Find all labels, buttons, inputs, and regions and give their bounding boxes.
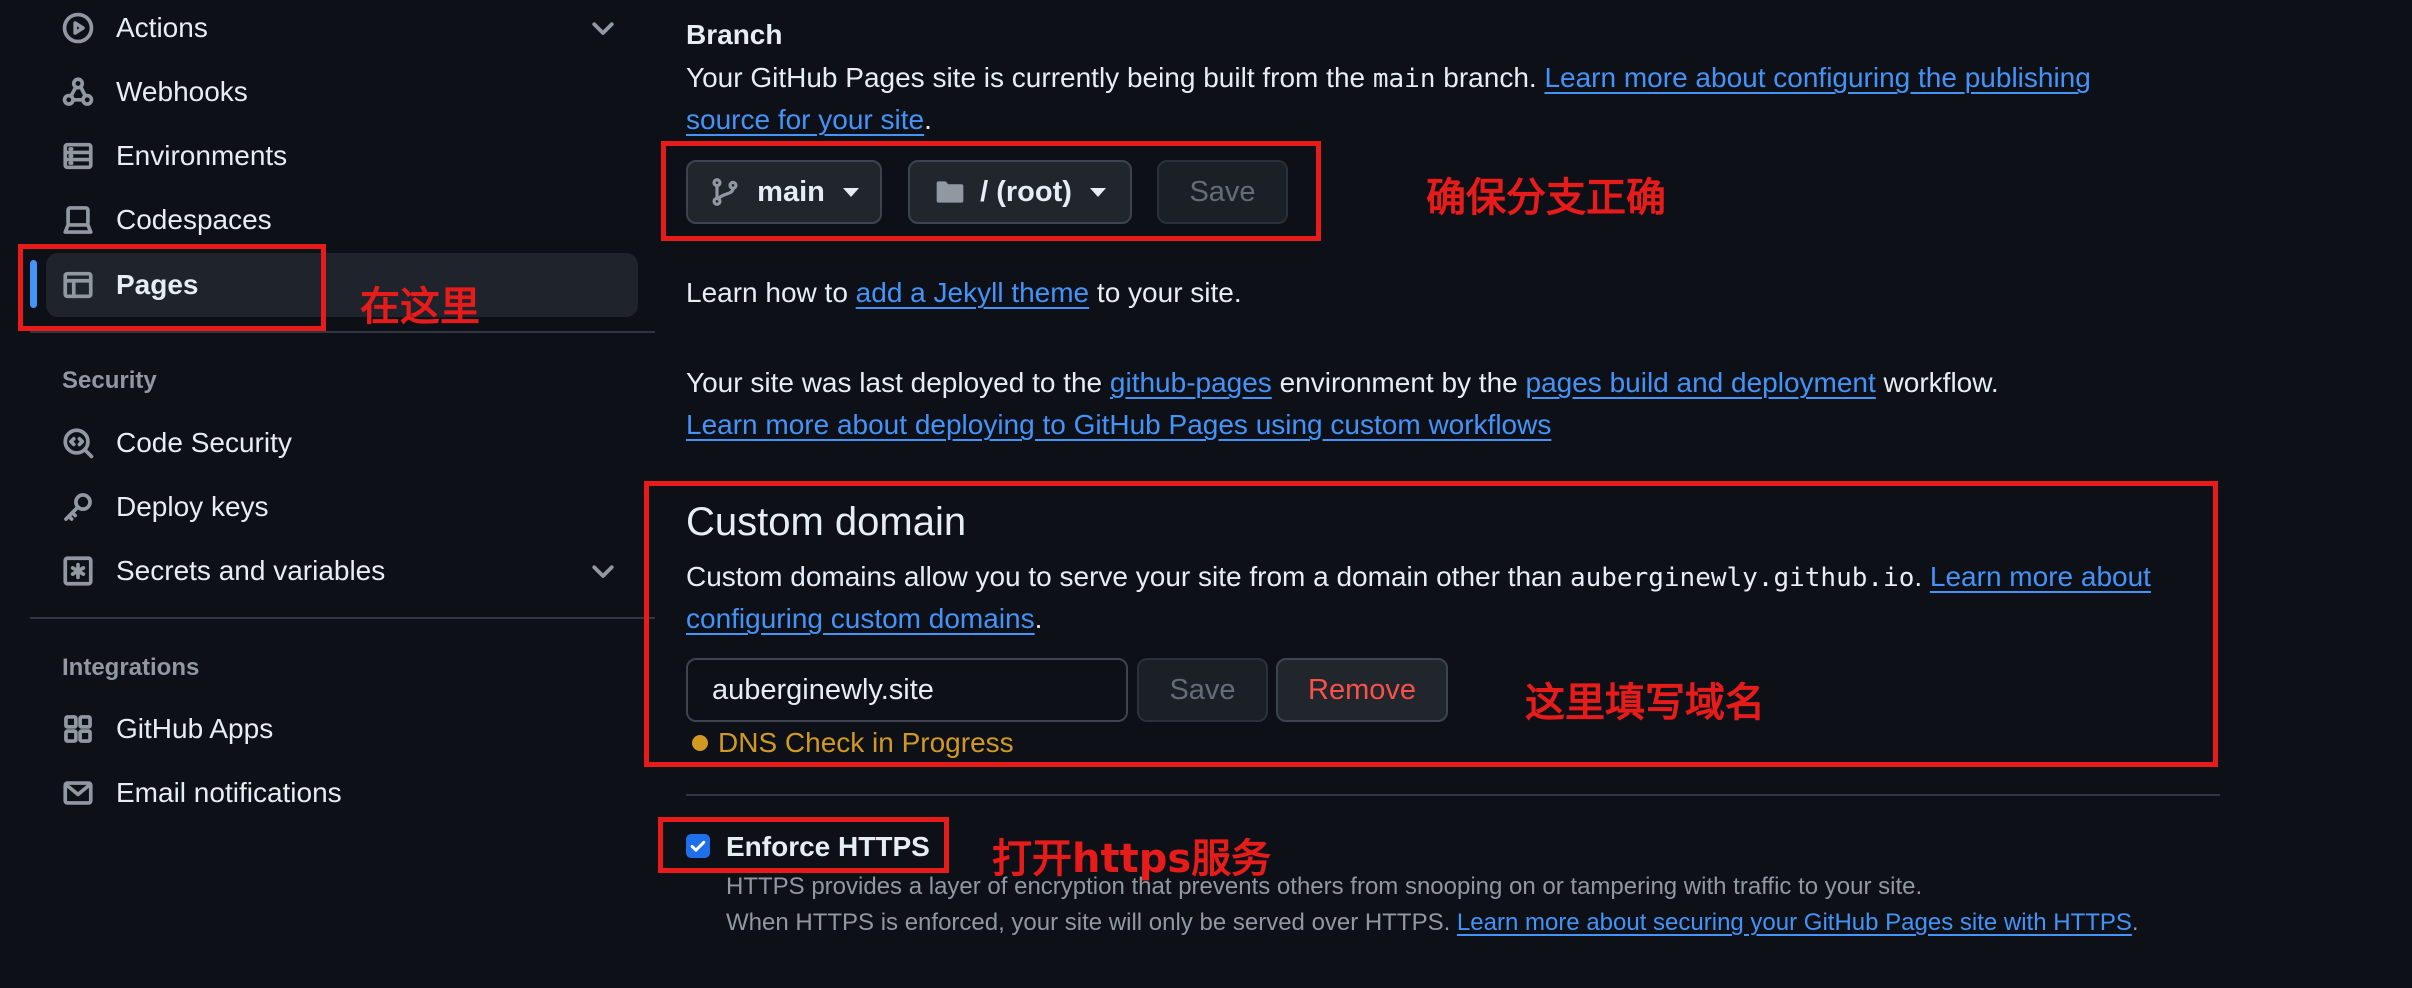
annotation-box-pages	[18, 244, 326, 331]
sidebar-item-email-notifications[interactable]: Email notifications	[46, 761, 638, 825]
https-desc-text: When HTTPS is enforced, your site will o…	[726, 909, 1457, 936]
mail-icon	[60, 775, 96, 811]
branch-heading: Branch	[686, 19, 783, 50]
sidebar-item-label: Codespaces	[116, 204, 272, 235]
codespaces-icon	[60, 202, 96, 238]
annotation-domain: 这里填写域名	[1525, 680, 1765, 726]
branch-description-line2: source for your site.	[686, 104, 932, 136]
jekyll-suffix: to your site.	[1089, 277, 1242, 308]
chevron-down-icon	[588, 556, 618, 586]
section-title-integrations: Integrations	[62, 654, 200, 681]
section-title-security: Security	[62, 367, 157, 394]
sidebar-item-deploy-keys[interactable]: Deploy keys	[46, 475, 638, 539]
section-divider	[686, 794, 2220, 796]
https-description: HTTPS provides a layer of encryption tha…	[726, 873, 1923, 900]
server-icon	[60, 138, 96, 174]
sidebar-divider	[30, 617, 655, 619]
sidebar-item-label: Webhooks	[116, 76, 248, 107]
annotation-https: 打开https服务	[992, 836, 1272, 882]
annotation-box-domain	[644, 481, 2218, 767]
sidebar-item-environments[interactable]: Environments	[46, 124, 638, 188]
apps-icon	[60, 711, 96, 747]
sidebar-item-label: Deploy keys	[116, 491, 269, 522]
publishing-source-link[interactable]: source for your site	[686, 104, 924, 135]
sidebar-item-label: Code Security	[116, 427, 292, 458]
sidebar-item-actions[interactable]: Actions	[46, 0, 638, 60]
jekyll-text: Learn how to add a Jekyll theme to your …	[686, 277, 1242, 309]
chevron-down-icon	[588, 13, 618, 43]
asterisk-icon	[60, 553, 96, 589]
deploy-learn-line: Learn more about deploying to GitHub Pag…	[686, 409, 1551, 441]
annotation-box-https	[658, 817, 949, 873]
branch-description: Your GitHub Pages site is currently bein…	[686, 62, 2091, 94]
key-icon	[60, 489, 96, 525]
deploy-prefix: Your site was last deployed to the	[686, 367, 1110, 398]
https-learn-link[interactable]: Learn more about securing your GitHub Pa…	[1457, 909, 2132, 936]
sidebar-item-github-apps[interactable]: GitHub Apps	[46, 697, 638, 761]
sidebar-divider	[30, 331, 655, 333]
publishing-source-link[interactable]: Learn more about configuring the publish…	[1544, 62, 2090, 93]
sidebar-item-label: Environments	[116, 140, 288, 171]
workflow-link[interactable]: pages build and deployment	[1526, 367, 1876, 398]
deploy-suffix: workflow.	[1875, 367, 1999, 398]
sidebar-item-label: Email notifications	[116, 777, 342, 808]
deploy-mid: environment by the	[1271, 367, 1526, 398]
annotation-box-branch	[661, 141, 1321, 241]
sidebar-item-secrets-and-variables[interactable]: Secrets and variables	[46, 539, 638, 603]
settings-sidebar: Actions Webhooks Environments Codespaces…	[0, 0, 655, 988]
annotation-branch: 确保分支正确	[1426, 175, 1666, 221]
github-pages-env-link[interactable]: github-pages	[1110, 367, 1272, 398]
custom-workflows-link[interactable]: Learn more about deploying to GitHub Pag…	[686, 409, 1551, 440]
branch-name-code: main	[1372, 64, 1436, 94]
jekyll-theme-link[interactable]: add a Jekyll theme	[856, 277, 1089, 308]
sidebar-item-label: Actions	[116, 12, 208, 43]
branch-desc-text: branch.	[1435, 62, 1545, 93]
deploy-text: Your site was last deployed to the githu…	[686, 367, 1999, 399]
https-description-line2: When HTTPS is enforced, your site will o…	[726, 909, 2139, 937]
codescan-icon	[60, 425, 96, 461]
sidebar-item-codespaces[interactable]: Codespaces	[46, 188, 638, 252]
jekyll-prefix: Learn how to	[686, 277, 856, 308]
period: .	[2131, 909, 2139, 936]
branch-desc-text: Your GitHub Pages site is currently bein…	[686, 62, 1373, 93]
play-circle-icon	[60, 10, 96, 46]
sidebar-item-label: Secrets and variables	[116, 555, 386, 586]
period: .	[924, 104, 932, 135]
annotation-pages: 在这里	[360, 284, 480, 330]
sidebar-item-webhooks[interactable]: Webhooks	[46, 60, 638, 124]
webhook-icon	[60, 74, 96, 110]
sidebar-item-label: GitHub Apps	[116, 713, 274, 744]
sidebar-item-code-security[interactable]: Code Security	[46, 411, 638, 475]
